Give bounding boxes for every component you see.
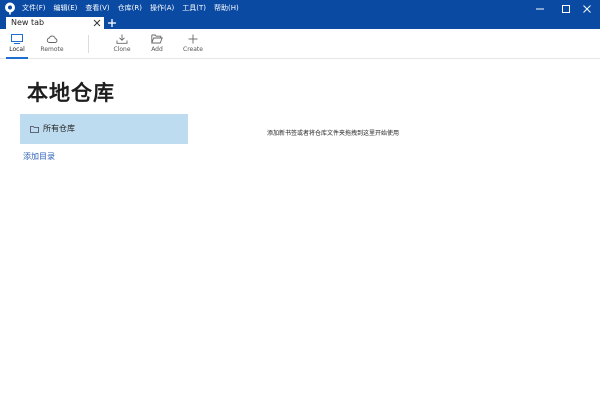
clone-button[interactable]: Clone (108, 29, 136, 59)
clone-label: Clone (113, 46, 131, 53)
remote-label: Remote (40, 46, 64, 53)
plus-icon[interactable] (107, 18, 117, 28)
cloud-icon (46, 35, 58, 43)
empty-state-hint: 添加新书签或者将仓库文件夹拖拽到这里开始使用 (267, 130, 400, 137)
menu-view[interactable]: 查看(V) (85, 0, 109, 17)
minimize-button[interactable] (527, 0, 553, 17)
toolbar-divider (88, 35, 89, 53)
menu-actions[interactable]: 操作(A) (150, 0, 174, 17)
tab-title: New tab (11, 18, 45, 27)
menu-bar: 文件(F) 编辑(E) 查看(V) 仓库(R) 操作(A) 工具(T) 帮助(H… (22, 0, 247, 17)
app-logo-icon (5, 2, 15, 15)
menu-tools[interactable]: 工具(T) (182, 0, 206, 17)
add-label: Add (151, 46, 163, 53)
local-button[interactable]: Local (2, 29, 32, 59)
active-tab-indicator (6, 57, 28, 59)
page-title: 本地仓库 (27, 81, 115, 105)
monitor-icon (11, 34, 23, 44)
create-label: Create (183, 46, 203, 53)
tab-close-icon[interactable] (93, 19, 101, 27)
maximize-icon (562, 5, 570, 13)
tab-strip: New tab (0, 17, 600, 29)
repo-group-all[interactable]: 所有仓库 (20, 114, 188, 144)
toolbar: Local Remote Clone Add Create (0, 29, 600, 59)
menu-help[interactable]: 帮助(H) (214, 0, 239, 17)
repo-group-label: 所有仓库 (43, 124, 75, 133)
add-button[interactable]: Add (145, 29, 169, 59)
close-window-button[interactable] (574, 0, 600, 17)
add-directory-link[interactable]: 添加目录 (23, 152, 55, 162)
menu-repository[interactable]: 仓库(R) (118, 0, 142, 17)
tab-new-tab[interactable]: New tab (6, 17, 104, 29)
download-icon (116, 34, 128, 44)
folder-open-icon (151, 34, 163, 44)
folder-icon (30, 126, 39, 133)
remote-button[interactable]: Remote (37, 29, 67, 59)
plus-icon (188, 34, 198, 44)
title-bar: 文件(F) 编辑(E) 查看(V) 仓库(R) 操作(A) 工具(T) 帮助(H… (0, 0, 600, 17)
menu-edit[interactable]: 编辑(E) (54, 0, 78, 17)
minimize-icon (536, 8, 544, 10)
menu-file[interactable]: 文件(F) (22, 0, 46, 17)
close-icon (583, 5, 591, 13)
local-label: Local (9, 46, 25, 53)
create-button[interactable]: Create (178, 29, 208, 59)
